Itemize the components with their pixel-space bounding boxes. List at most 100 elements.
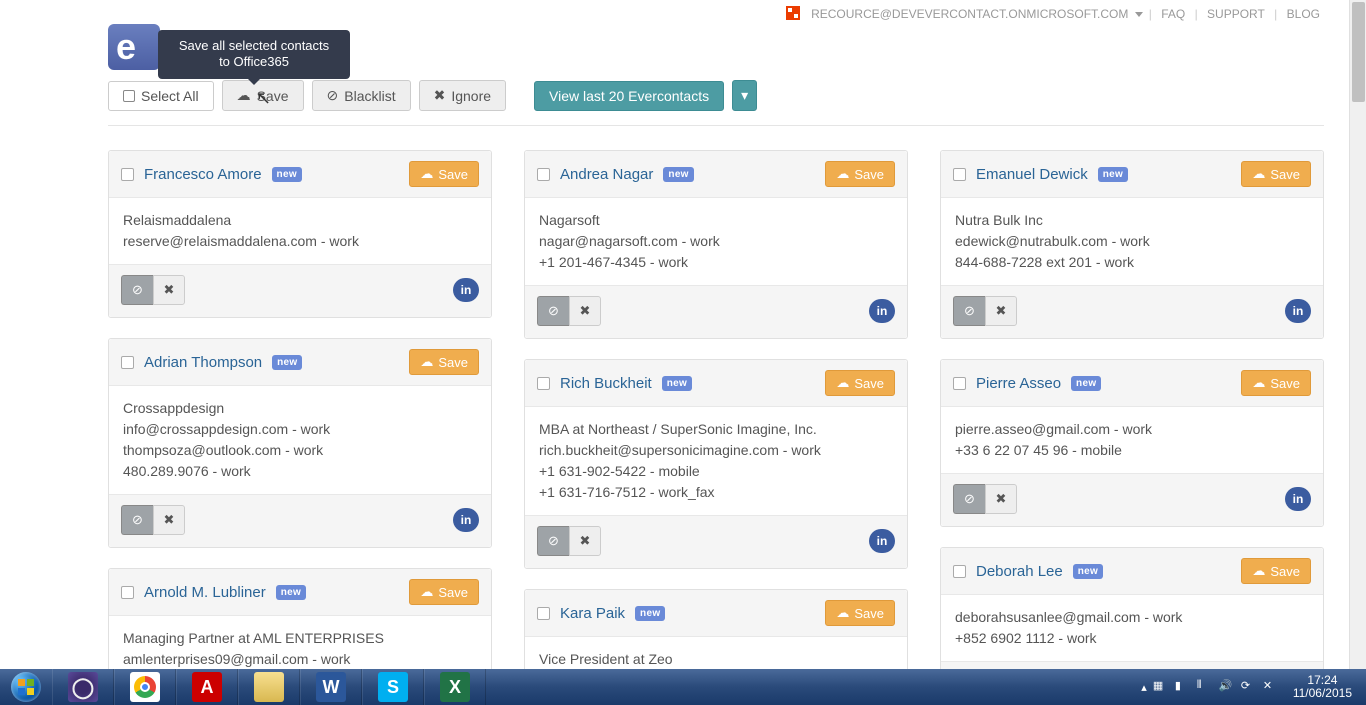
- contact-save-button[interactable]: ☁Save: [1241, 370, 1311, 396]
- taskbar-app-skype[interactable]: S: [362, 669, 424, 705]
- contact-blacklist-button[interactable]: ⊘: [537, 526, 569, 556]
- grid-col-2: Andrea Nagar new ☁Save Nagarsoft nagar@n…: [524, 150, 908, 669]
- contact-name[interactable]: Pierre Asseo: [976, 375, 1061, 392]
- contact-card: Adrian Thompson new ☁Save Crossappdesign…: [108, 338, 492, 548]
- save-button[interactable]: ☁Save: [222, 80, 304, 111]
- contact-details: Nutra Bulk Inc edewick@nutrabulk.com - w…: [941, 198, 1323, 285]
- contact-checkbox[interactable]: [537, 168, 550, 181]
- contact-save-button[interactable]: ☁Save: [409, 349, 479, 375]
- taskbar-clock[interactable]: 17:24 11/06/2015: [1285, 674, 1360, 700]
- tray-volume-icon[interactable]: 🔊: [1219, 679, 1235, 695]
- start-button[interactable]: [0, 669, 52, 705]
- contact-line: edewick@nutrabulk.com - work: [955, 231, 1309, 252]
- tray-sync-icon[interactable]: ⟳: [1241, 679, 1257, 695]
- contact-name[interactable]: Deborah Lee: [976, 563, 1063, 580]
- grid-col-1: Francesco Amore new ☁Save Relaismaddalen…: [108, 150, 492, 669]
- blog-link[interactable]: BLOG: [1287, 7, 1320, 21]
- contact-line: 844-688-7228 ext 201 - work: [955, 252, 1309, 273]
- ignore-button[interactable]: ✖Ignore: [419, 80, 506, 111]
- clock-date: 11/06/2015: [1293, 687, 1352, 700]
- faq-link[interactable]: FAQ: [1161, 7, 1185, 21]
- system-tray[interactable]: ▴ ▦ ▮ ⫴ 🔊 ⟳ ✕ 17:24 11/06/2015: [1135, 669, 1366, 705]
- contact-save-button[interactable]: ☁Save: [825, 370, 895, 396]
- cloud-upload-icon: ☁: [420, 584, 433, 600]
- linkedin-icon[interactable]: in: [1285, 299, 1311, 323]
- contact-ignore-button[interactable]: ✖: [985, 296, 1017, 326]
- contact-save-button[interactable]: ☁Save: [409, 161, 479, 187]
- tray-wifi-icon[interactable]: ⫴: [1197, 679, 1213, 695]
- contact-save-button[interactable]: ☁Save: [1241, 558, 1311, 584]
- contact-name[interactable]: Francesco Amore: [144, 166, 262, 183]
- new-badge: new: [1071, 376, 1101, 391]
- contact-blacklist-button[interactable]: ⊘: [537, 296, 569, 326]
- taskbar-app-excel[interactable]: X: [424, 669, 486, 705]
- scrollbar-thumb[interactable]: [1352, 2, 1365, 102]
- contact-blacklist-button[interactable]: ⊘: [953, 296, 985, 326]
- taskbar-app-eclipse[interactable]: ◯: [52, 669, 114, 705]
- contact-details: Nagarsoft nagar@nagarsoft.com - work +1 …: [525, 198, 907, 285]
- support-link[interactable]: SUPPORT: [1207, 7, 1265, 21]
- new-badge: new: [272, 355, 302, 370]
- new-badge: new: [272, 167, 302, 182]
- contact-checkbox[interactable]: [121, 586, 134, 599]
- contact-ignore-button[interactable]: ✖: [569, 526, 601, 556]
- contact-save-button[interactable]: ☁Save: [409, 579, 479, 605]
- taskbar-app-chrome[interactable]: [114, 669, 176, 705]
- select-all-button[interactable]: Select All: [108, 81, 214, 111]
- linkedin-icon[interactable]: in: [869, 529, 895, 553]
- tray-security-icon[interactable]: ✕: [1263, 679, 1279, 695]
- contact-name[interactable]: Arnold M. Lubliner: [144, 584, 266, 601]
- contact-name[interactable]: Rich Buckheit: [560, 375, 652, 392]
- linkedin-icon[interactable]: in: [453, 278, 479, 302]
- tray-action-center-icon[interactable]: ▦: [1153, 679, 1169, 695]
- contact-checkbox[interactable]: [953, 168, 966, 181]
- chevron-down-icon[interactable]: [1135, 12, 1143, 17]
- page-scrollbar[interactable]: [1349, 0, 1366, 669]
- contact-card: Pierre Asseo new ☁Save pierre.asseo@gmai…: [940, 359, 1324, 527]
- save-label: Save: [257, 88, 289, 104]
- taskbar-app-word[interactable]: W: [300, 669, 362, 705]
- contact-checkbox[interactable]: [121, 356, 134, 369]
- contact-name[interactable]: Andrea Nagar: [560, 166, 653, 183]
- linkedin-icon[interactable]: in: [1285, 487, 1311, 511]
- contact-ignore-button[interactable]: ✖: [569, 296, 601, 326]
- contact-name[interactable]: Emanuel Dewick: [976, 166, 1088, 183]
- contact-line: MBA at Northeast / SuperSonic Imagine, I…: [539, 419, 893, 440]
- contact-ignore-button[interactable]: ✖: [985, 484, 1017, 514]
- linkedin-icon[interactable]: in: [869, 299, 895, 323]
- account-email-link[interactable]: RECOURCE@DEVEVERCONTACT.ONMICROSOFT.COM: [811, 7, 1128, 21]
- contact-details: MBA at Northeast / SuperSonic Imagine, I…: [525, 407, 907, 515]
- tray-chevron-icon[interactable]: ▴: [1141, 681, 1147, 694]
- action-toolbar: Select All ☁Save ⊘Blacklist ✖Ignore View…: [108, 80, 1324, 126]
- close-icon: ✖: [434, 87, 446, 104]
- contact-save-button[interactable]: ☁Save: [825, 161, 895, 187]
- taskbar-app-adobe-reader[interactable]: A: [176, 669, 238, 705]
- contact-card: Kara Paik new ☁Save Vice President at Ze…: [524, 589, 908, 669]
- contact-details: Managing Partner at AML ENTERPRISES amle…: [109, 616, 491, 669]
- contact-ignore-button[interactable]: ✖: [153, 275, 185, 305]
- contact-checkbox[interactable]: [537, 377, 550, 390]
- contact-checkbox[interactable]: [953, 377, 966, 390]
- blacklist-button[interactable]: ⊘Blacklist: [312, 80, 411, 111]
- contact-blacklist-button[interactable]: ⊘: [121, 275, 153, 305]
- contact-name[interactable]: Adrian Thompson: [144, 354, 262, 371]
- contact-checkbox[interactable]: [537, 607, 550, 620]
- view-last-dropdown[interactable]: ▾: [732, 80, 757, 111]
- new-badge: new: [635, 606, 665, 621]
- taskbar-app-explorer[interactable]: [238, 669, 300, 705]
- linkedin-icon[interactable]: in: [453, 508, 479, 532]
- contact-blacklist-button[interactable]: ⊘: [953, 484, 985, 514]
- cloud-upload-icon: ☁: [420, 354, 433, 370]
- contact-ignore-button[interactable]: ✖: [153, 505, 185, 535]
- tray-battery-icon[interactable]: ▮: [1175, 679, 1191, 695]
- contact-line: +1 631-902-5422 - mobile: [539, 461, 893, 482]
- contact-save-button[interactable]: ☁Save: [1241, 161, 1311, 187]
- contact-checkbox[interactable]: [953, 565, 966, 578]
- view-last-button[interactable]: View last 20 Evercontacts: [534, 81, 724, 111]
- contact-checkbox[interactable]: [121, 168, 134, 181]
- cloud-upload-icon: ☁: [836, 375, 849, 391]
- contact-save-button[interactable]: ☁Save: [825, 600, 895, 626]
- contact-line: Nagarsoft: [539, 210, 893, 231]
- contact-blacklist-button[interactable]: ⊘: [121, 505, 153, 535]
- contact-name[interactable]: Kara Paik: [560, 605, 625, 622]
